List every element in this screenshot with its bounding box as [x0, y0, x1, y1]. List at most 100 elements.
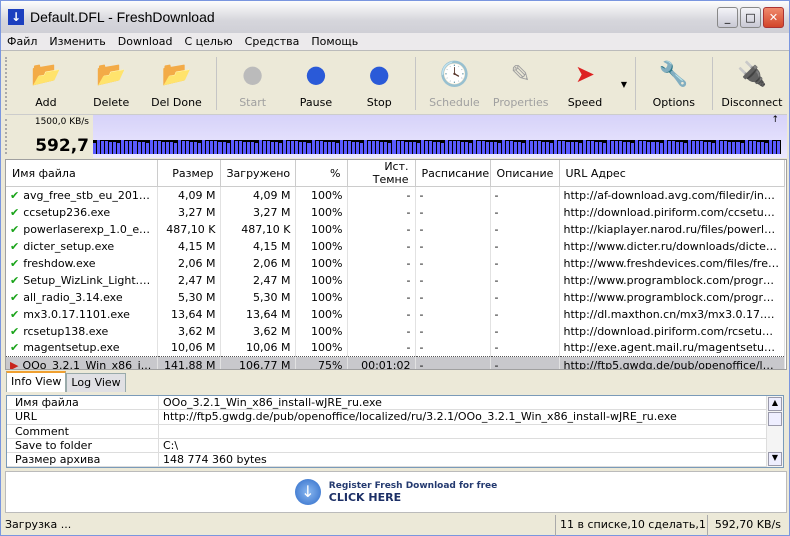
banner-click-here[interactable]: CLICK HERE: [329, 491, 497, 504]
del-done-button[interactable]: 📂 Del Done: [141, 53, 211, 115]
pause-button[interactable]: ● Pause: [285, 53, 347, 115]
menu-target[interactable]: С целью: [178, 33, 238, 50]
speed-bar: [509, 141, 513, 154]
cell: 4,09 M: [220, 186, 296, 204]
speed-bar: [489, 141, 493, 154]
table-row[interactable]: ✔ avg_free_stb_eu_2011... 4,09 M 4,09 M 100%…: [6, 186, 785, 204]
speed-bar: [157, 141, 161, 154]
delete-button[interactable]: 📂 Delete: [81, 53, 141, 115]
table-row[interactable]: ✔ magentsetup.exe 10,06 M 10,06 M 100% - - - htt…: [6, 339, 785, 357]
column-header[interactable]: Загружено: [220, 160, 296, 187]
register-banner[interactable]: ↓ Register Fresh Download for free CLICK …: [5, 471, 787, 513]
cell: 141,88 M: [157, 356, 221, 369]
speed-bar: [307, 142, 311, 154]
speed-bar: [424, 140, 428, 154]
close-button[interactable]: ✕: [763, 7, 784, 28]
column-header[interactable]: Размер: [157, 160, 221, 187]
speed-bar: [384, 142, 388, 154]
speed-bar: [93, 142, 97, 154]
table-row[interactable]: ✔ rcsetup138.exe 3,62 M 3,62 M 100% - - - http:/…: [6, 322, 785, 340]
table-row[interactable]: ✔ Setup_WizLink_Light.exe 2,47 M 2,47 M 100%…: [6, 271, 785, 289]
cell: -: [415, 322, 491, 340]
maximize-button[interactable]: □: [740, 7, 761, 28]
menu-edit[interactable]: Изменить: [43, 33, 111, 50]
tab-log-view[interactable]: Log View: [66, 373, 126, 392]
arrow-up-icon[interactable]: ↑: [771, 115, 779, 125]
menu-download[interactable]: Download: [112, 33, 179, 50]
disconnect-button[interactable]: 🔌 Disconnect: [717, 53, 787, 115]
add-button[interactable]: 📂 Add: [11, 53, 81, 115]
speed-bar: [566, 141, 570, 154]
start-icon: ●: [242, 60, 264, 88]
speed-bar: [105, 141, 109, 154]
table-row[interactable]: ✔ mx3.0.17.1101.exe 13,64 M 13,64 M 100% - - - h…: [6, 305, 785, 323]
cell: -: [415, 220, 491, 238]
schedule-button[interactable]: 🕓 Schedule: [420, 53, 488, 115]
speed-bar: [457, 141, 461, 154]
table-row[interactable]: ✔ freshdow.exe 2,06 M 2,06 M 100% - - - http://w…: [6, 254, 785, 272]
cell: ✔ dicter_setup.exe: [6, 237, 158, 255]
table-row[interactable]: ✔ all_radio_3.14.exe 5,30 M 5,30 M 100% - - - ht…: [6, 288, 785, 306]
check-icon: ✔: [10, 205, 20, 219]
scroll-down-icon[interactable]: ▼: [768, 452, 782, 466]
status-text: Загрузка ...: [5, 518, 72, 531]
speed-bar: [141, 142, 145, 154]
speed-bar: [117, 142, 121, 154]
status-bar: Загрузка ... 11 в списке,10 сделать,1 те…: [1, 515, 789, 536]
table-row[interactable]: ✔ ccsetup236.exe 3,27 M 3,27 M 100% - - - http:/…: [6, 203, 785, 221]
speed-bar: [602, 142, 606, 154]
speed-bar: [198, 142, 202, 154]
cell: -: [490, 186, 560, 204]
table-row[interactable]: ▶ OOo_3.2.1_Win_x86_i... 141,88 M 106,77 M7…: [6, 356, 785, 369]
speed-bar: [364, 140, 368, 154]
speed-bar: [578, 142, 582, 154]
column-header[interactable]: URL Адрес: [559, 160, 785, 187]
speed-bar: [736, 142, 740, 154]
column-header[interactable]: Имя файла: [6, 160, 158, 187]
speed-bar: [562, 141, 566, 154]
file-name: avg_free_stb_eu_2011...: [23, 188, 157, 202]
scroll-thumb[interactable]: [768, 412, 782, 426]
speed-bar: [691, 140, 695, 154]
speed-bar: [262, 140, 267, 154]
cell: 10,06 M: [220, 339, 296, 357]
info-scrollbar[interactable]: ▲ ▼: [766, 396, 783, 467]
table-row[interactable]: ✔ powerlaserexp_1.0_ex... 487,10 K 487,10 K…: [6, 220, 785, 238]
cell: -: [490, 254, 560, 272]
speed-bar: [497, 142, 501, 154]
speed-dropdown[interactable]: ▼: [617, 53, 631, 115]
table-row[interactable]: ✔ dicter_setup.exe 4,15 M 4,15 M 100% - - - http…: [6, 237, 785, 255]
cell: -: [347, 254, 416, 272]
menu-file[interactable]: Файл: [1, 33, 43, 50]
column-header[interactable]: Ист. Темне: [347, 160, 416, 187]
column-header[interactable]: %: [295, 160, 348, 187]
stop-button[interactable]: ● Stop: [347, 53, 411, 115]
speed-bar: [323, 141, 327, 154]
info-key: URL: [7, 410, 159, 424]
speed-button[interactable]: ➤ Speed: [553, 53, 617, 115]
cell: 75%: [295, 356, 348, 369]
menu-tools[interactable]: Средства: [239, 33, 306, 50]
speed-bar: [327, 141, 331, 154]
speed-bar: [206, 140, 210, 154]
cell: -: [490, 305, 560, 323]
add-folder-icon: 📂: [31, 60, 61, 88]
scroll-up-icon[interactable]: ▲: [768, 397, 782, 411]
speed-bar: [380, 141, 384, 154]
column-header[interactable]: Расписание: [415, 160, 491, 187]
file-name: magentsetup.exe: [23, 341, 120, 355]
cell: -: [347, 322, 416, 340]
tab-info-view[interactable]: Info View: [6, 371, 67, 392]
column-header[interactable]: Описание: [490, 160, 560, 187]
file-name: freshdow.exe: [23, 256, 96, 270]
speed-label: Speed: [567, 96, 603, 109]
speed-bar: [121, 140, 125, 154]
cell: 2,47 M: [157, 271, 221, 289]
start-button[interactable]: ● Start: [221, 53, 285, 115]
options-button[interactable]: 🔧 Options: [640, 53, 708, 115]
separator: [215, 57, 217, 110]
properties-button[interactable]: ✎ Properties: [489, 53, 553, 115]
minimize-button[interactable]: _: [717, 7, 738, 28]
cell: http://www.freshdevices.com/files/freshd…: [559, 254, 785, 272]
menu-help[interactable]: Помощь: [305, 33, 364, 50]
